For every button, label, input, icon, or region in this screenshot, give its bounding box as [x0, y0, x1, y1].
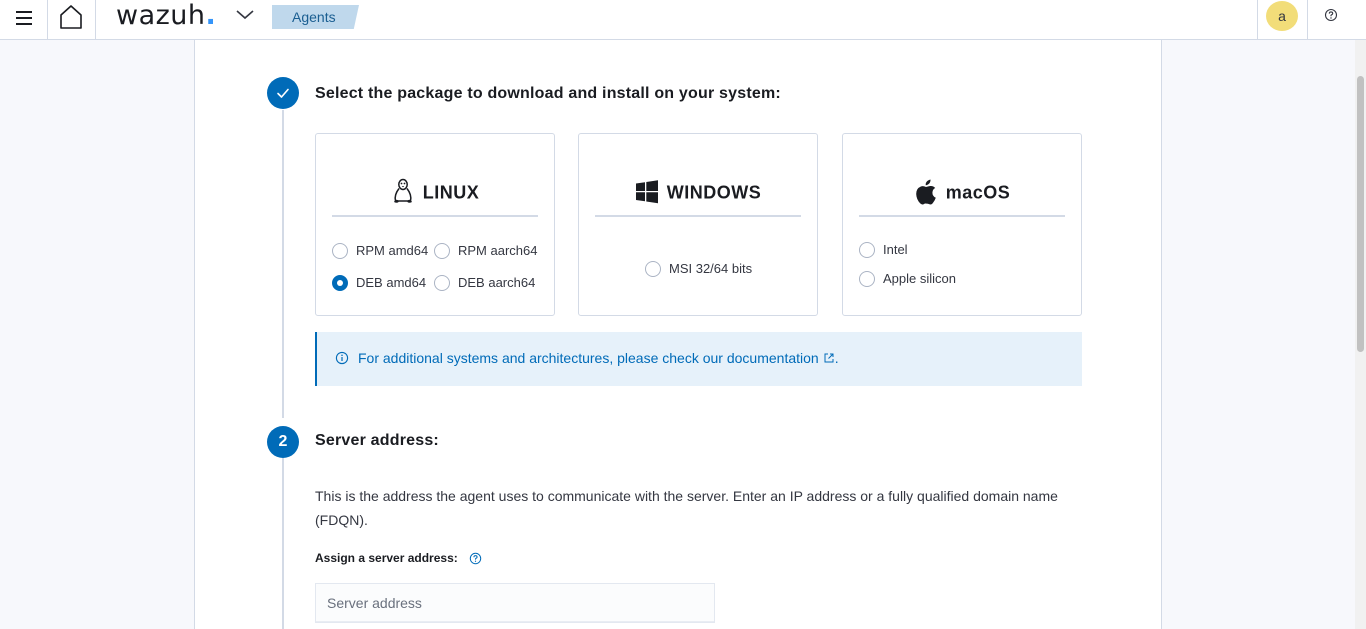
divider — [332, 215, 538, 217]
radio-circle — [859, 242, 875, 258]
os-card-header: LINUX — [316, 178, 554, 204]
menu-button[interactable] — [14, 8, 34, 28]
user-avatar[interactable]: a — [1266, 1, 1298, 31]
top-header: wazuh. Agents a — [0, 0, 1366, 40]
radio-circle — [645, 261, 661, 277]
linux-penguin-icon — [393, 179, 412, 204]
radio-circle — [859, 271, 875, 287]
header-divider — [1257, 0, 1258, 40]
breadcrumb-agents[interactable]: Agents — [272, 5, 359, 29]
radio-circle — [434, 275, 450, 291]
hamburger-icon — [16, 11, 32, 13]
info-circle-icon — [335, 351, 349, 365]
server-address-description: This is the address the agent uses to co… — [315, 488, 1058, 528]
step-connector — [282, 110, 284, 418]
scrollbar-thumb[interactable] — [1357, 76, 1364, 352]
radio-circle — [332, 243, 348, 259]
header-divider — [47, 0, 48, 40]
radio-circle — [434, 243, 450, 259]
server-address-label: Assign a server address: — [315, 551, 458, 565]
check-icon — [277, 88, 289, 98]
step-2-indicator: 2 — [267, 426, 299, 458]
question-circle-icon — [1324, 8, 1338, 22]
step-1-title: Select the package to download and insta… — [315, 85, 781, 102]
app-switcher-button[interactable] — [234, 6, 256, 24]
header-divider — [1307, 0, 1308, 40]
os-label-linux: LINUX — [422, 182, 480, 203]
documentation-callout: For additional systems and architectures… — [315, 332, 1082, 386]
os-card-macos: macOS Intel Apple silicon — [842, 133, 1082, 316]
home-icon — [60, 5, 82, 29]
server-address-input[interactable] — [315, 583, 715, 623]
os-card-header: macOS — [843, 178, 1081, 205]
windows-logo-icon — [635, 180, 658, 204]
apple-logo-icon — [915, 179, 936, 205]
help-button[interactable] — [1324, 8, 1338, 22]
header-divider — [95, 0, 96, 40]
step-2-title: Server address: — [315, 432, 439, 449]
wazuh-logo[interactable]: wazuh. — [116, 0, 216, 32]
documentation-link[interactable]: For additional systems and architectures… — [358, 350, 819, 366]
os-card-linux: LINUX RPM amd64 RPM aarch64 DEB amd64 DE… — [315, 133, 555, 316]
callout-message: For additional systems and architectures… — [358, 350, 839, 366]
page-scrollbar[interactable] — [1355, 40, 1366, 629]
chevron-down-icon — [236, 10, 254, 20]
step-connector — [282, 458, 284, 629]
os-label-windows: WINDOWS — [666, 182, 762, 203]
os-card-header: WINDOWS — [579, 178, 817, 204]
home-button[interactable] — [58, 4, 84, 30]
question-circle-icon[interactable] — [469, 552, 482, 565]
os-card-windows: WINDOWS MSI 32/64 bits — [578, 133, 818, 316]
step-1-complete-indicator — [267, 77, 299, 109]
divider — [595, 215, 801, 217]
radio-circle-selected — [332, 275, 348, 291]
os-label-macos: macOS — [945, 182, 1011, 203]
divider — [859, 215, 1065, 217]
external-link-icon[interactable] — [823, 352, 835, 364]
